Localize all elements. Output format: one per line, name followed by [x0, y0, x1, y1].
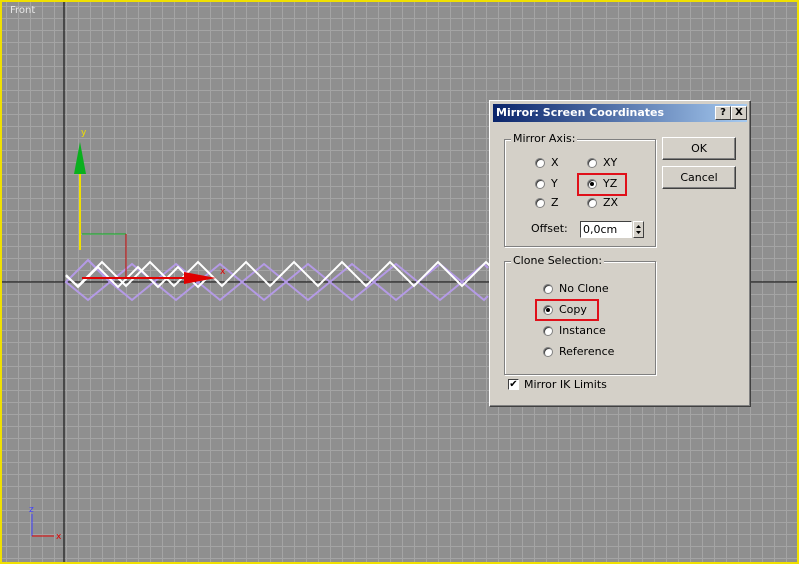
reference-label: Reference: [559, 345, 615, 358]
axis-xy-radio-circle[interactable]: [587, 157, 597, 168]
clone-selection-label: Clone Selection:: [511, 254, 605, 267]
axis-y-label: Y: [551, 177, 558, 190]
yz-highlight-box: [577, 173, 627, 196]
axis-zx-label: ZX: [603, 196, 619, 209]
axis-z-radio-circle[interactable]: [535, 197, 545, 208]
ok-button[interactable]: OK: [662, 137, 736, 160]
axis-zx-radio[interactable]: ZX: [587, 196, 618, 209]
mirror-axis-label: Mirror Axis:: [511, 132, 578, 145]
offset-input[interactable]: 0,0cm: [580, 221, 632, 238]
gizmo-y-label: y: [81, 128, 87, 138]
axis-x-radio-circle[interactable]: [535, 157, 545, 168]
corner-z-label: z: [29, 505, 34, 515]
reference-radio-circle[interactable]: [543, 346, 553, 357]
axis-y-radio-circle[interactable]: [535, 178, 545, 189]
cancel-button[interactable]: Cancel: [662, 166, 736, 189]
axis-xy-radio[interactable]: XY: [587, 156, 617, 169]
mirror-axis-group: Mirror Axis: X Y Z XY YZ ZX Offset: 0,0c…: [504, 132, 656, 247]
close-button[interactable]: X: [731, 106, 747, 120]
gizmo-x-label: x: [220, 267, 226, 277]
mirror-ik-label: Mirror IK Limits: [524, 378, 607, 391]
spinner-arrows-icon[interactable]: [634, 222, 643, 237]
clone-selection-group: Clone Selection: No Clone Copy Instance …: [504, 254, 656, 375]
help-button[interactable]: ?: [715, 106, 731, 120]
axis-y-radio[interactable]: Y: [535, 177, 558, 190]
instance-radio-circle[interactable]: [543, 325, 553, 336]
dialog-title: Mirror: Screen Coordinates: [496, 106, 665, 119]
axis-x-radio[interactable]: X: [535, 156, 559, 169]
instance-radio[interactable]: Instance: [543, 324, 606, 337]
offset-spinner[interactable]: [633, 221, 644, 238]
axis-x-label: X: [551, 156, 559, 169]
reference-radio[interactable]: Reference: [543, 345, 614, 358]
mirror-ik-checkbox[interactable]: ✔: [508, 379, 519, 390]
instance-label: Instance: [559, 324, 606, 337]
no-clone-label: No Clone: [559, 282, 609, 295]
axis-z-label: Z: [551, 196, 559, 209]
no-clone-radio[interactable]: No Clone: [543, 282, 609, 295]
copy-highlight-box: [535, 299, 599, 321]
dialog-titlebar[interactable]: Mirror: Screen Coordinates ? X: [493, 104, 747, 122]
axis-xy-label: XY: [603, 156, 618, 169]
offset-label: Offset:: [531, 222, 568, 235]
no-clone-radio-circle[interactable]: [543, 283, 553, 294]
axis-zx-radio-circle[interactable]: [587, 197, 597, 208]
corner-x-label: x: [56, 532, 62, 542]
mirror-dialog[interactable]: Mirror: Screen Coordinates ? X Mirror Ax…: [489, 100, 751, 407]
gizmo-y-arrow-icon[interactable]: [74, 142, 86, 174]
axis-z-radio[interactable]: Z: [535, 196, 559, 209]
